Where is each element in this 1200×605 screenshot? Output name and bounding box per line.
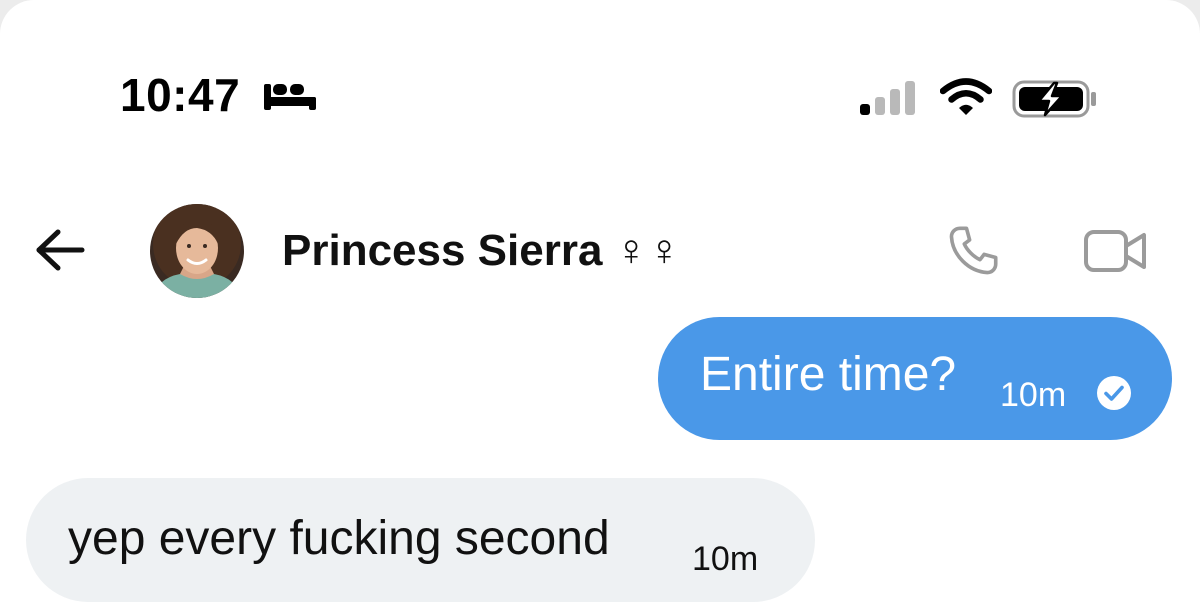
contact-name[interactable]: Princess Sierra ♀♀ (282, 226, 681, 276)
contact-avatar[interactable] (150, 204, 244, 298)
battery-charging-icon (1012, 80, 1096, 118)
status-time: 10:47 (120, 69, 241, 121)
cellular-signal-icon (860, 81, 915, 115)
message-timestamp: 10m (692, 540, 759, 578)
video-camera-icon[interactable] (1083, 226, 1149, 276)
phone-icon[interactable] (944, 222, 1002, 280)
chat-screen: 10:47 Princess Sierra ♀♀ Entire time? 10… (0, 0, 1200, 605)
arrow-left-icon[interactable] (34, 228, 86, 272)
wifi-icon (940, 78, 992, 115)
message-text: yep every fucking second (68, 512, 610, 565)
message-text: Entire time? (700, 348, 957, 401)
bed-icon (264, 84, 316, 110)
outgoing-message-bubble[interactable]: Entire time? 10m (658, 317, 1172, 440)
incoming-message-bubble[interactable]: yep every fucking second 10m (26, 478, 815, 602)
message-timestamp: 10m (1000, 376, 1067, 414)
read-check-icon (1097, 376, 1131, 410)
